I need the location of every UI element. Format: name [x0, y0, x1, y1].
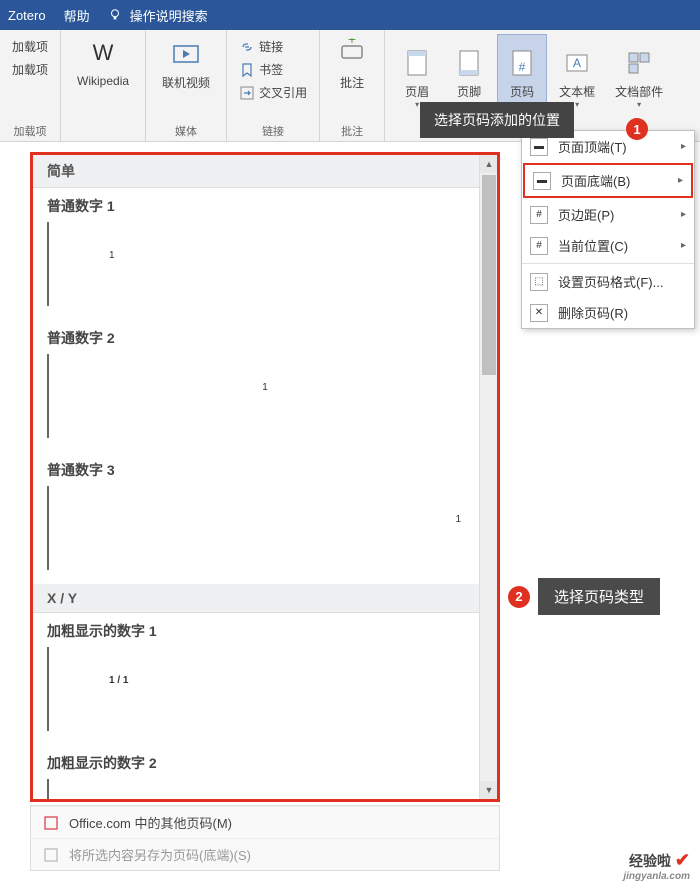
link-button[interactable]: 链接 [235, 36, 311, 57]
ribbon-group-addins: 加载项 加载项 加载项 [0, 30, 61, 141]
menu-remove-number[interactable]: ✕ 删除页码(R) [522, 297, 694, 328]
menu-page-margin[interactable]: # 页边距(P)▸ [522, 199, 694, 230]
gallery-item-title: 普通数字 3 [47, 460, 483, 480]
menu-format-number[interactable]: ⬚ 设置页码格式(F)... [522, 266, 694, 297]
textbox-icon: A [561, 47, 593, 79]
tell-me-search[interactable]: 操作说明搜索 [130, 6, 208, 25]
gallery-footer: Office.com 中的其他页码(M) 将所选内容另存为页码(底端)(S) [30, 805, 500, 871]
preview: 1 / 1 [47, 779, 483, 799]
addin-item[interactable]: 加载项 [8, 59, 52, 80]
remove-icon: ✕ [530, 304, 548, 322]
callout-number: 2 [508, 586, 530, 608]
wikipedia-icon: W [87, 38, 119, 70]
group-label: 批注 [341, 123, 363, 139]
svg-text:+: + [348, 38, 356, 47]
doc-parts-button[interactable]: 文档部件▾ [607, 34, 671, 122]
scroll-down-icon[interactable]: ▼ [480, 781, 498, 799]
office-icon [43, 815, 59, 831]
title-bar: Zotero 帮助 操作说明搜索 [0, 0, 700, 30]
comment-button[interactable]: + 批注 [328, 34, 376, 95]
addin-item[interactable]: 加载项 [8, 36, 52, 57]
bookmark-button[interactable]: 书签 [235, 59, 311, 80]
gallery-item-title: 加粗显示的数字 2 [47, 753, 483, 773]
header-icon [401, 47, 433, 79]
gallery-item[interactable]: 普通数字 1 1 [33, 188, 497, 320]
preview: 1 [47, 354, 483, 438]
bookmark-icon [239, 62, 255, 78]
menu-current-pos[interactable]: # 当前位置(C)▸ [522, 230, 694, 261]
page-margin-icon: # [530, 206, 548, 224]
callout-2: 2 选择页码类型 [508, 578, 660, 615]
callout-1: 1 [626, 118, 648, 140]
wikipedia-button[interactable]: W Wikipedia [69, 34, 137, 92]
ribbon-group-wikipedia: W Wikipedia [61, 30, 146, 141]
watermark: 经验啦 ✔ jingyanla.com [623, 850, 690, 882]
gallery-item[interactable]: 普通数字 3 1 [33, 452, 497, 584]
parts-icon [623, 47, 655, 79]
crossref-icon [239, 85, 255, 101]
gallery-item-title: 加粗显示的数字 1 [47, 621, 483, 641]
scroll-up-icon[interactable]: ▲ [480, 155, 498, 173]
group-label: 链接 [262, 123, 284, 139]
group-label: 媒体 [175, 123, 197, 139]
format-icon: ⬚ [530, 273, 548, 291]
ribbon-group-comments: + 批注 批注 [320, 30, 385, 141]
page-top-icon: ▬ [530, 138, 548, 156]
gallery-category: X / Y [33, 584, 497, 613]
gallery-item-title: 普通数字 1 [47, 196, 483, 216]
gallery-item-title: 普通数字 2 [47, 328, 483, 348]
save-selection[interactable]: 将所选内容另存为页码(底端)(S) [31, 838, 499, 870]
gallery-category: 简单 [33, 155, 497, 188]
current-pos-icon: # [530, 237, 548, 255]
scroll-thumb[interactable] [482, 175, 496, 375]
footer-icon [453, 47, 485, 79]
ribbon-group-links: 链接 书签 交叉引用 链接 [227, 30, 320, 141]
page-number-icon: # [506, 47, 538, 79]
page-number-menu: ▬ 页面顶端(T)▸ ▬ 页面底端(B)▸ # 页边距(P)▸ # 当前位置(C… [521, 130, 695, 329]
preview: 1 [47, 222, 483, 306]
gallery-item[interactable]: 普通数字 2 1 [33, 320, 497, 452]
app-name: Zotero [8, 8, 46, 23]
preview: 1 [47, 486, 483, 570]
save-icon [43, 847, 59, 863]
more-from-office[interactable]: Office.com 中的其他页码(M) [31, 806, 499, 838]
crossref-button[interactable]: 交叉引用 [235, 82, 311, 103]
link-icon [239, 39, 255, 55]
comment-icon: + [336, 38, 368, 70]
check-icon: ✔ [675, 850, 690, 870]
menu-separator [522, 263, 694, 264]
svg-text:W: W [93, 40, 114, 65]
group-label: 加载项 [14, 123, 47, 139]
ribbon: 加载项 加载项 加载项 W Wikipedia 联机视频 媒体 链接 书签 交叉… [0, 30, 700, 142]
tooltip: 选择页码添加的位置 [420, 102, 574, 138]
scrollbar[interactable]: ▲ ▼ [479, 155, 497, 799]
lightbulb-icon [108, 8, 122, 22]
svg-text:A: A [573, 56, 581, 70]
svg-text:#: # [519, 60, 526, 74]
page-bottom-icon: ▬ [533, 172, 551, 190]
help-menu[interactable]: 帮助 [64, 6, 90, 25]
page-number-gallery: 简单 普通数字 1 1 普通数字 2 1 普通数字 3 1 X / Y 加粗显示… [30, 152, 500, 802]
gallery-item[interactable]: 加粗显示的数字 1 1 / 1 [33, 613, 497, 745]
preview: 1 / 1 [47, 647, 483, 731]
online-video-button[interactable]: 联机视频 [154, 34, 218, 95]
video-icon [170, 38, 202, 70]
callout-number: 1 [626, 118, 648, 140]
callout-text: 选择页码类型 [538, 578, 660, 615]
menu-page-bottom[interactable]: ▬ 页面底端(B)▸ [523, 163, 693, 198]
ribbon-group-media: 联机视频 媒体 [146, 30, 227, 141]
gallery-item[interactable]: 加粗显示的数字 2 1 / 1 [33, 745, 497, 799]
